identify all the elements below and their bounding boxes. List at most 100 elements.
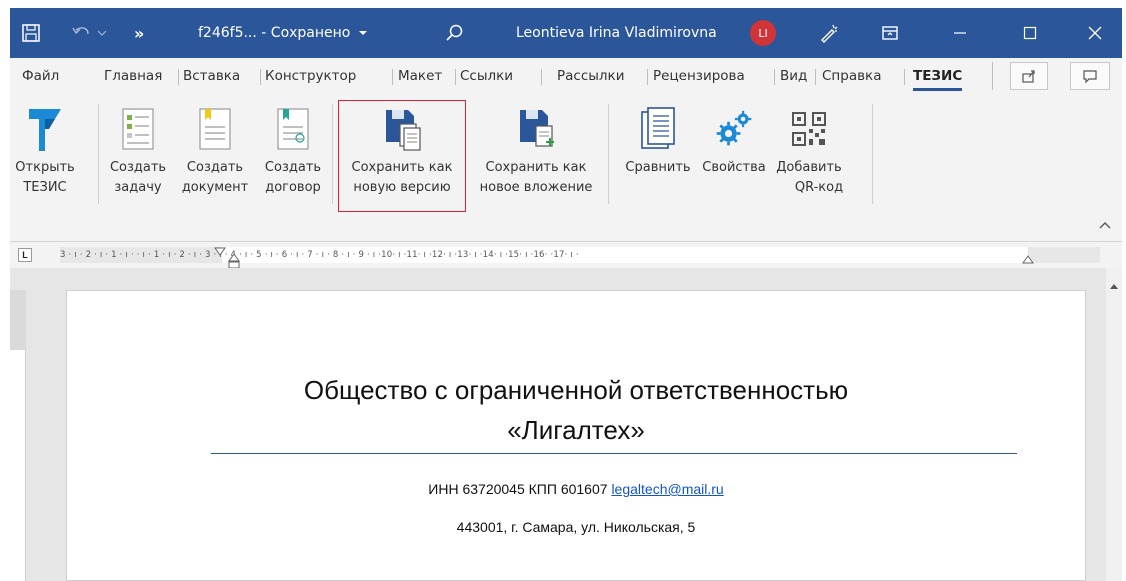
tab-separator	[904, 69, 905, 85]
search-icon[interactable]	[445, 8, 465, 58]
save-new-version-label-1: Сохранить как	[351, 160, 453, 175]
open-tezis-label-1: Открыть	[15, 160, 75, 175]
tab-view[interactable]: Вид	[780, 58, 807, 94]
create-document-button[interactable]: Создать документ	[176, 100, 254, 198]
save-icon[interactable]	[20, 8, 42, 58]
create-task-label-2: задачу	[114, 180, 162, 195]
chevron-down-icon	[359, 31, 368, 35]
tab-separator	[178, 69, 179, 85]
compare-documents-icon	[638, 100, 678, 158]
create-document-label-1: Создать	[186, 160, 244, 175]
comment-icon	[1083, 70, 1097, 84]
tab-separator	[992, 62, 993, 90]
tab-selector-icon[interactable]: L	[18, 248, 32, 262]
ribbon-tabs: Файл Главная Вставка Конструктор Макет С…	[10, 58, 1122, 94]
designer-icon[interactable]	[818, 8, 840, 58]
company-name-line1: Общество с ограниченной ответственностью	[303, 375, 849, 405]
tab-separator	[260, 69, 261, 85]
company-name-line2: «Лигалтех»	[507, 415, 645, 445]
add-qr-button[interactable]: Добавить QR-код	[770, 100, 848, 198]
tab-insert[interactable]: Вставка	[183, 58, 240, 94]
tab-separator	[815, 69, 816, 85]
tab-separator	[455, 69, 456, 85]
create-contract-label-1: Создать	[264, 160, 322, 175]
share-button[interactable]	[1010, 62, 1048, 90]
undo-icon[interactable]	[70, 8, 110, 58]
tab-separator	[392, 69, 393, 85]
create-task-button[interactable]: Создать задачу	[110, 100, 166, 198]
horizontal-ruler[interactable]: 3 · ı · 2 · ı · 1 · ı · · ı · 1 · ı · 2 …	[60, 245, 1100, 269]
save-new-attachment-label-1: Сохранить как	[485, 160, 587, 175]
right-indent-marker[interactable]	[1022, 253, 1034, 268]
properties-label: Свойства	[702, 160, 766, 175]
maximize-icon[interactable]	[1007, 8, 1053, 58]
contract-document-icon	[273, 100, 313, 158]
create-contract-label-2: договор	[265, 180, 321, 195]
vertical-ruler-margin	[10, 290, 26, 350]
save-new-version-label-2: новую версию	[353, 180, 451, 195]
tab-separator	[541, 69, 542, 85]
save-new-version-button[interactable]: Сохранить как новую версию	[340, 100, 464, 198]
avatar-initials: LI	[750, 20, 776, 46]
tab-separator	[647, 69, 648, 85]
save-attachment-icon	[516, 100, 556, 158]
collapse-ribbon-icon[interactable]	[1098, 218, 1112, 233]
create-task-label-1: Создать	[109, 160, 167, 175]
comments-button[interactable]	[1070, 62, 1110, 90]
filename-label: f246f5... - Сохранено	[198, 25, 351, 41]
properties-button[interactable]: Свойства	[698, 100, 770, 178]
vertical-scrollbar[interactable]	[1106, 268, 1122, 581]
save-new-attachment-label-2: новое вложение	[479, 180, 593, 195]
task-document-icon	[118, 100, 158, 158]
compare-label: Сравнить	[625, 160, 691, 175]
requisites-line: ИНН 63720045 КПП 601607 legaltech@mail.r…	[67, 481, 1085, 497]
filename-dropdown[interactable]: f246f5... - Сохранено	[198, 8, 370, 58]
vertical-ruler[interactable]	[10, 290, 26, 581]
scroll-up-icon[interactable]	[1109, 278, 1119, 293]
save-version-icon	[382, 100, 422, 158]
quick-access-overflow[interactable]: »	[134, 8, 144, 58]
ribbon-separator	[332, 104, 333, 204]
share-icon	[1022, 70, 1035, 83]
document-page[interactable]: Общество с ограниченной ответственностью…	[66, 290, 1086, 581]
compare-button[interactable]: Сравнить	[618, 100, 698, 178]
ribbon-display-icon[interactable]	[880, 8, 900, 58]
open-tezis-label-2: ТЕЗИС	[23, 180, 67, 195]
ribbon-panel: Открыть ТЕЗИС Создать задачу Создать док…	[10, 94, 1122, 242]
ruler-marks: 3 · ı · 2 · ı · 1 · ı · · ı · 1 · ı · 2 …	[60, 250, 579, 260]
inn-kpp-text: ИНН 63720045 КПП 601607	[428, 481, 608, 497]
tab-references[interactable]: Ссылки	[460, 58, 513, 94]
tab-file[interactable]: Файл	[22, 58, 59, 94]
close-icon[interactable]	[1072, 8, 1118, 58]
tab-tezis[interactable]: ТЕЗИС	[913, 58, 963, 94]
qr-code-icon	[789, 100, 829, 158]
tab-design[interactable]: Конструктор	[265, 58, 356, 94]
document-area: Общество с ограниченной ответственностью…	[10, 268, 1122, 581]
ribbon-separator	[98, 104, 99, 204]
title-bar: » f246f5... - Сохранено Leontieva Irina …	[10, 8, 1122, 58]
add-qr-label-2: QR-код	[794, 180, 844, 195]
minimize-icon[interactable]	[937, 8, 983, 58]
tab-home[interactable]: Главная	[104, 58, 162, 94]
tab-review[interactable]: Рецензирова	[653, 58, 773, 94]
create-document-label-2: документ	[181, 180, 249, 195]
document-bookmark-icon	[195, 100, 235, 158]
add-qr-label-1: Добавить	[776, 160, 842, 175]
tab-separator	[774, 69, 775, 85]
open-tezis-button[interactable]: Открыть ТЕЗИС	[15, 100, 75, 198]
gears-icon	[714, 100, 754, 158]
ribbon-separator	[872, 104, 873, 204]
create-contract-button[interactable]: Создать договор	[260, 100, 326, 198]
ruler-row: L 3 · ı · 2 · ı · 1 · ı · · ı · 1 · ı · …	[10, 242, 1122, 269]
tezis-logo-icon	[25, 100, 65, 158]
email-link[interactable]: legaltech@mail.ru	[611, 481, 723, 497]
user-name[interactable]: Leontieva Irina Vladimirovna	[516, 8, 717, 58]
avatar[interactable]: LI	[750, 8, 776, 58]
tab-mailings[interactable]: Рассылки	[557, 58, 624, 94]
save-new-attachment-button[interactable]: Сохранить как новое вложение	[470, 100, 602, 198]
tab-layout[interactable]: Макет	[398, 58, 442, 94]
first-line-indent-marker[interactable]	[214, 245, 226, 260]
header-rule	[211, 453, 1017, 454]
tab-help[interactable]: Справка	[822, 58, 881, 94]
ribbon-separator	[608, 104, 609, 204]
